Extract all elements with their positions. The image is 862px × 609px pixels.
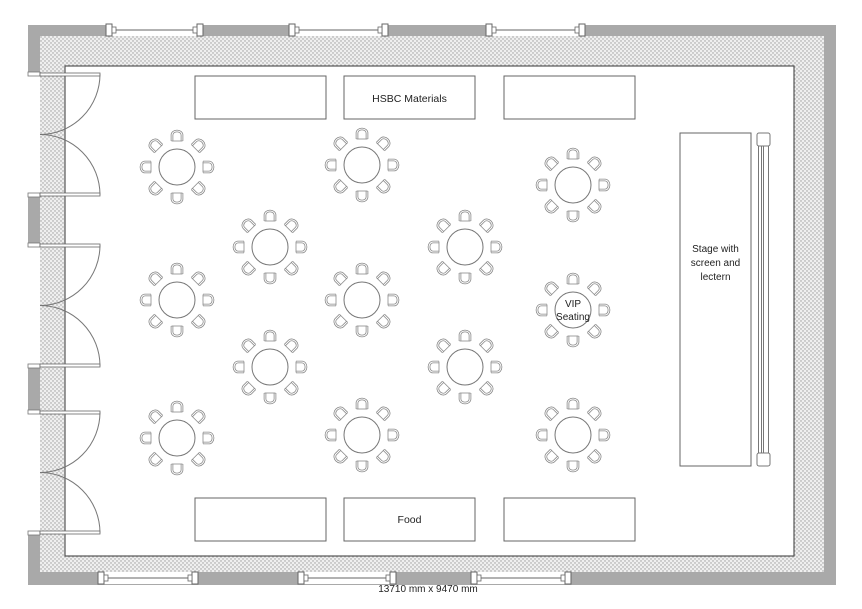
top-window-2: [288, 23, 389, 37]
table-top: [343, 281, 381, 319]
bottom-window-3: [470, 571, 572, 585]
vip-label-line-2: Seating: [556, 312, 590, 323]
vip-label-line-1: VIP: [565, 299, 581, 310]
stage-label-line-3: lectern: [700, 272, 730, 283]
bottom-right-table: [503, 497, 636, 542]
table-top: [554, 166, 592, 204]
table-top: [446, 348, 484, 386]
floor-plan: HSBC Materials Food Stage with screen an…: [27, 23, 836, 595]
top-window-1: [105, 23, 204, 37]
table-top: [343, 146, 381, 184]
table-top: [158, 148, 196, 186]
bottom-window-2: [297, 571, 397, 585]
stage-platform: [679, 132, 752, 467]
bottom-tables: Food: [194, 497, 636, 542]
top-left-table: [194, 75, 327, 120]
bottom-windows: [97, 571, 572, 585]
bottom-window-1: [97, 571, 199, 585]
stage-label-line-2: screen and: [691, 258, 740, 269]
table-top: [251, 228, 289, 266]
screen: [756, 132, 771, 467]
table-top: [554, 416, 592, 454]
top-windows: [105, 23, 586, 37]
top-right-table: [503, 75, 636, 120]
bottom-left-table: [194, 497, 327, 542]
top-center-table-label: HSBC Materials: [372, 93, 447, 105]
bottom-center-table-label: Food: [398, 514, 422, 526]
table-top: [343, 416, 381, 454]
stage-label-line-1: Stage with: [692, 244, 739, 255]
top-tables: HSBC Materials: [194, 75, 636, 120]
table-top: [158, 281, 196, 319]
top-window-3: [485, 23, 586, 37]
table-top: [158, 419, 196, 457]
dimensions-label: 13710 mm x 9470 mm: [378, 584, 478, 595]
table-top: [446, 228, 484, 266]
table-top: [251, 348, 289, 386]
